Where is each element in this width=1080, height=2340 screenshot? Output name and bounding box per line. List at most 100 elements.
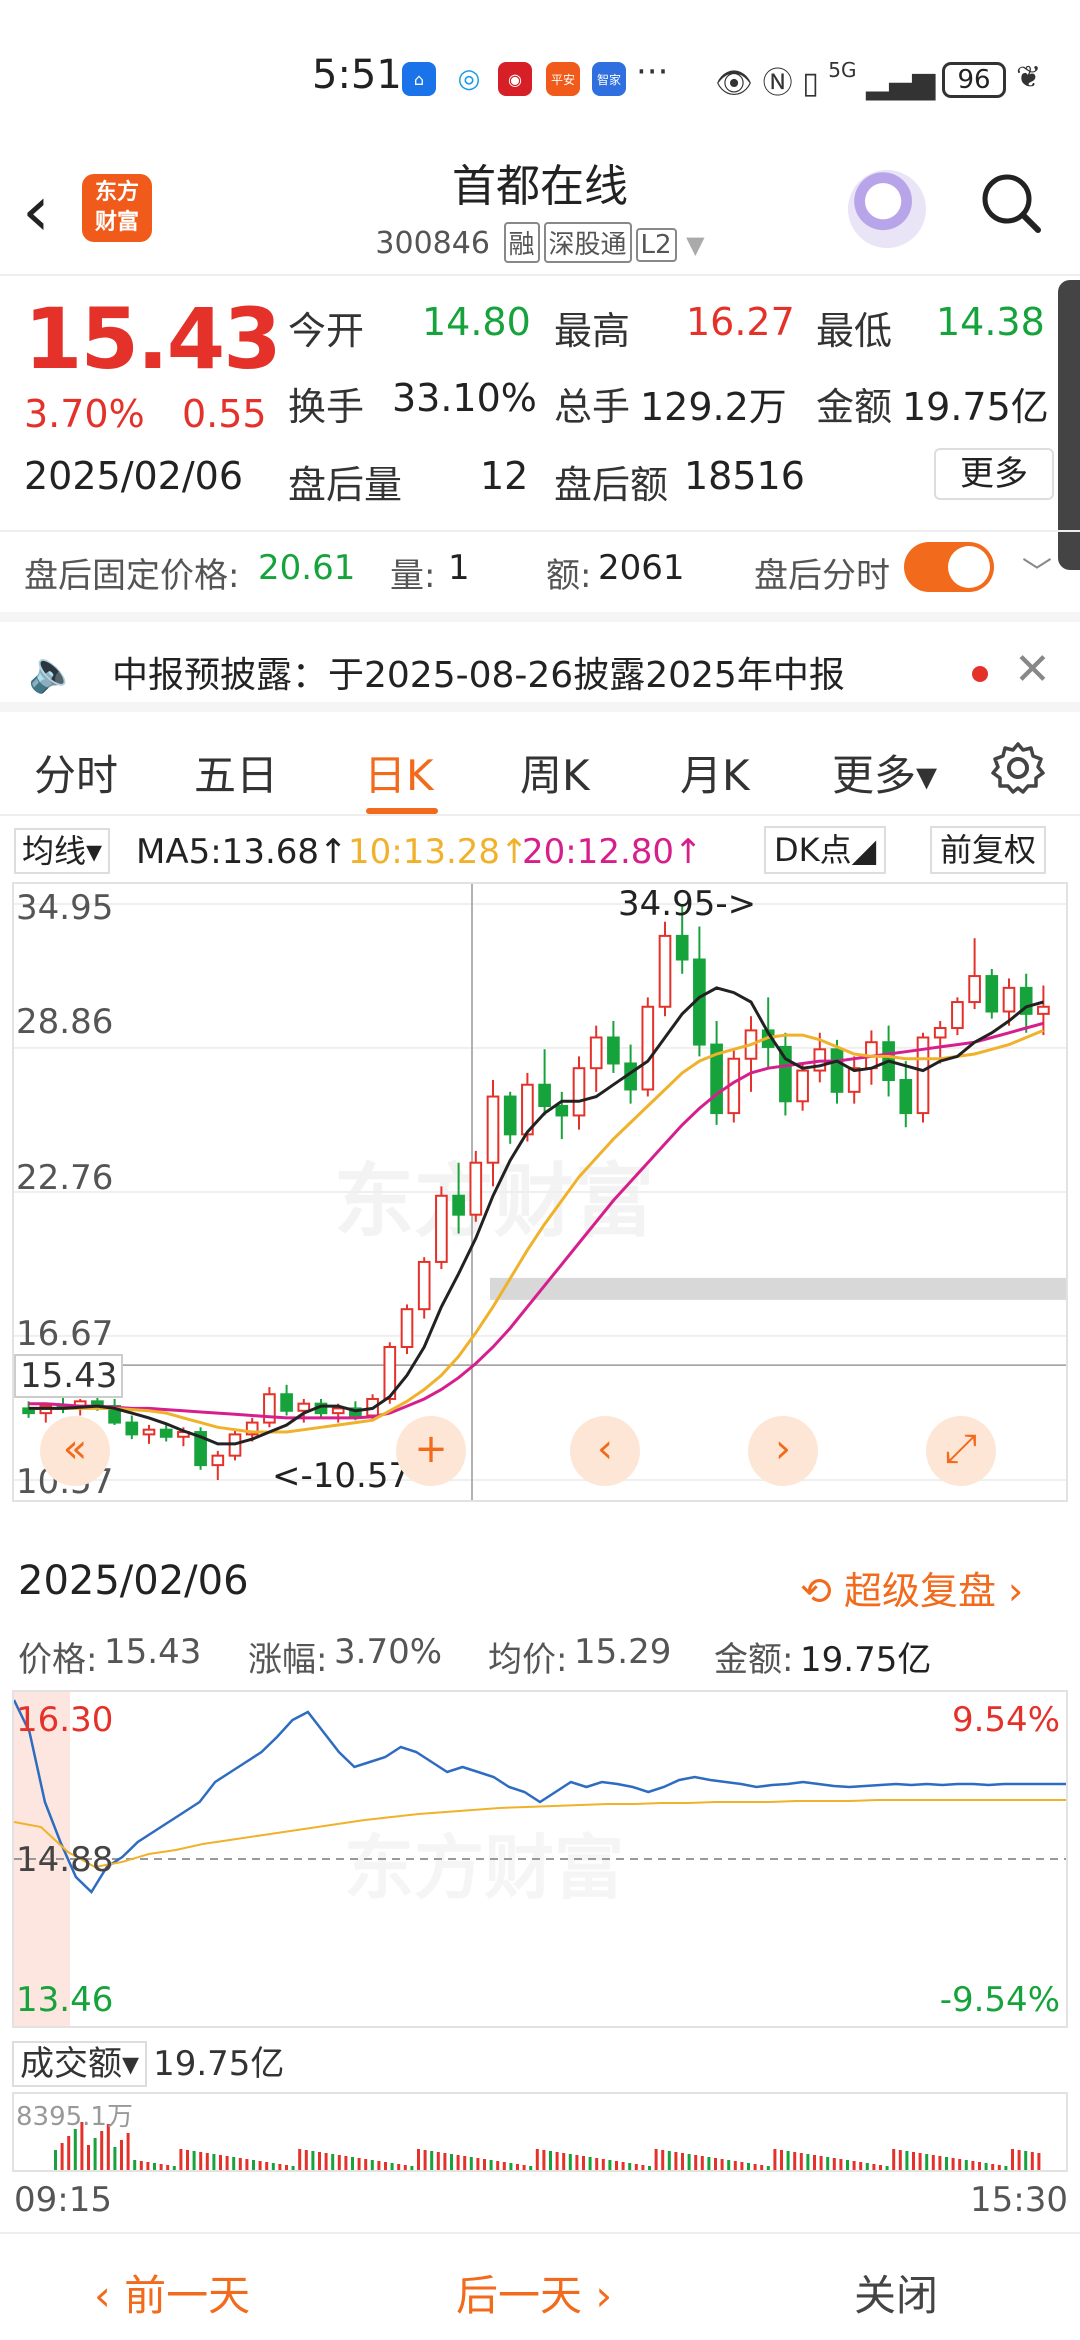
- volume-bar: [846, 2160, 849, 2170]
- super-replay-label: 超级复盘 ›: [843, 1569, 1024, 1613]
- plus-button[interactable]: +: [396, 1416, 466, 1486]
- tab-daily-k[interactable]: 日K: [364, 742, 434, 803]
- tab-weekly-k[interactable]: 周K: [520, 742, 590, 803]
- candle-body: [331, 1407, 345, 1415]
- volume-bar: [219, 2155, 222, 2170]
- kline-chart[interactable]: 东方财富 34.95 28.86 22.76 16.67 10.57 15.43…: [12, 882, 1068, 1502]
- battery-icon: 96: [942, 62, 1006, 98]
- side-drawer-handle[interactable]: [1058, 280, 1080, 570]
- adjust-button[interactable]: 前复权: [930, 826, 1047, 874]
- max-annotation: 34.95->: [618, 884, 757, 924]
- volume-bar: [225, 2156, 229, 2170]
- home-app-icon: ⌂: [402, 62, 436, 96]
- volume-bar: [1037, 2153, 1041, 2170]
- volume-bar: [872, 2164, 876, 2170]
- volume-bar: [964, 2160, 968, 2170]
- volume-bar: [245, 2159, 249, 2170]
- next-candle-button[interactable]: ›: [748, 1416, 818, 1486]
- dk-point-button[interactable]: DK点◢: [764, 826, 887, 874]
- volume-bar: [463, 2156, 467, 2170]
- next-day-button[interactable]: 后一天 ›: [456, 2262, 612, 2323]
- volume-bar: [898, 2150, 902, 2170]
- dropdown-arrow-icon: ▼: [686, 231, 705, 259]
- close-button[interactable]: 关闭: [854, 2262, 938, 2323]
- volume-bar: [700, 2156, 704, 2170]
- volume-bar: [443, 2153, 447, 2170]
- volume-bar: [146, 2162, 150, 2170]
- status-icons: 👁 Ⓝ ▯ 5G ▂▄▆: [715, 58, 935, 102]
- volume-bar: [885, 2166, 889, 2170]
- volume-bar: [318, 2152, 321, 2170]
- ma20-value: 20:12.80↑: [522, 832, 703, 872]
- high-value: 16.27: [686, 300, 795, 344]
- volume-bar: [331, 2154, 335, 2170]
- candle-body: [469, 1161, 483, 1216]
- volume-bar: [357, 2158, 361, 2170]
- after-hours-toggle[interactable]: [904, 542, 994, 592]
- tab-monthly-k[interactable]: 月K: [680, 742, 750, 803]
- volume-chart: 8395.1万: [12, 2092, 1068, 2172]
- volume-bar: [819, 2156, 823, 2170]
- time-start: 09:15: [14, 2180, 112, 2220]
- volume-bar: [172, 2166, 176, 2170]
- ma-select[interactable]: 均线▾: [14, 828, 111, 874]
- volume-bar: [311, 2151, 315, 2170]
- volume-bar: [423, 2150, 427, 2170]
- volume-bar: [628, 2163, 632, 2170]
- tab-more[interactable]: 更多▾: [832, 742, 937, 803]
- candle-body: [968, 975, 981, 1004]
- volume-bar: [648, 2166, 651, 2170]
- assistant-avatar-icon[interactable]: [848, 170, 926, 248]
- super-replay-button[interactable]: ⟲ 超级复盘 ›: [800, 1560, 1023, 1615]
- prev-candle-button[interactable]: ‹: [570, 1416, 640, 1486]
- volume-bar: [529, 2166, 533, 2170]
- scroll-left-fast-button[interactable]: «: [40, 1416, 110, 1486]
- volume-bar: [925, 2154, 929, 2170]
- intraday-chart[interactable]: 东方财富 16.30 14.88 13.46 9.54% -9.54%: [12, 1690, 1068, 2028]
- close-icon[interactable]: ✕: [1014, 644, 1051, 695]
- volume-header: 成交额▾ 19.75亿: [12, 2036, 284, 2087]
- volume-bar: [826, 2157, 830, 2170]
- volume-bar: [681, 2153, 684, 2170]
- tab-five-day[interactable]: 五日: [194, 742, 278, 803]
- volume-bar: [549, 2151, 552, 2170]
- notice-bar[interactable]: 🔈 中报预披露：于2025-08-26披露2025年中报 ✕: [0, 612, 1080, 712]
- volume-bar: [997, 2165, 1001, 2170]
- speaker-icon: 🔈: [28, 649, 78, 695]
- kline-svg: 东方财富: [14, 884, 1066, 1500]
- detail-amount: 19.75亿: [800, 1640, 932, 1680]
- volume-bar: [390, 2163, 394, 2170]
- candle-body: [589, 1036, 603, 1070]
- y-label-1: 34.95: [16, 888, 114, 928]
- volume-max-label: 8395.1万: [16, 2102, 133, 2132]
- bottom-bar: ‹ 前一天 后一天 › 关闭: [0, 2232, 1080, 2340]
- gear-icon[interactable]: [990, 740, 1046, 796]
- volume-bar: [54, 2150, 57, 2170]
- tab-intraday[interactable]: 分时: [34, 742, 118, 803]
- volume-bar: [410, 2166, 414, 2170]
- volume-bar: [258, 2161, 262, 2170]
- volume-select[interactable]: 成交额▾: [12, 2041, 148, 2087]
- volume-bar: [832, 2158, 836, 2170]
- volume-bar: [588, 2157, 592, 2170]
- candle-body: [417, 1260, 431, 1311]
- volume-bar: [1030, 2152, 1034, 2170]
- volume-bar: [654, 2149, 658, 2170]
- volume-bar: [568, 2154, 572, 2170]
- volume-bar: [740, 2162, 744, 2170]
- y-label-2: 28.86: [16, 1002, 114, 1042]
- watermark: 东方财富: [344, 1827, 624, 1909]
- volume-bar: [945, 2157, 948, 2170]
- volume-bar: [1017, 2150, 1021, 2170]
- candle-body: [933, 1027, 947, 1039]
- chevron-down-icon[interactable]: ﹀: [1022, 548, 1052, 592]
- detail-change-label: 涨幅:: [248, 1640, 328, 1680]
- expand-icon[interactable]: ⤢: [926, 1416, 996, 1486]
- support-zone: [490, 1277, 1066, 1300]
- prev-day-button[interactable]: ‹ 前一天: [94, 2262, 250, 2323]
- more-button[interactable]: 更多: [934, 448, 1054, 500]
- candle-body: [142, 1428, 156, 1436]
- search-icon[interactable]: [980, 172, 1042, 234]
- volume-bar: [747, 2163, 750, 2170]
- turnover-value: 33.10%: [392, 376, 537, 420]
